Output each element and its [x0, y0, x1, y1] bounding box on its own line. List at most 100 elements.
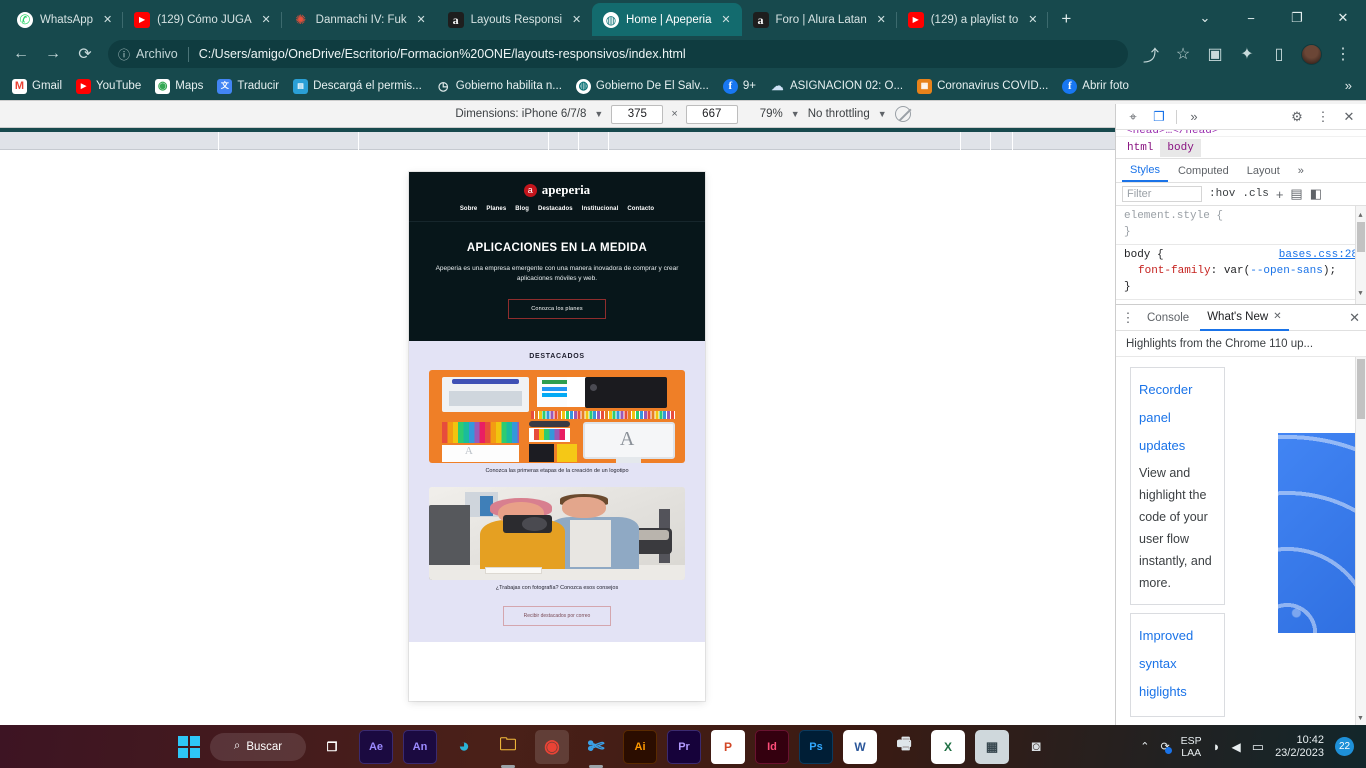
- minimize-button[interactable]: −: [1228, 2, 1274, 34]
- powerpoint-icon[interactable]: P: [711, 729, 745, 764]
- tab-close-icon[interactable]: ✕: [259, 12, 274, 27]
- after-effects-icon[interactable]: Ae: [359, 729, 393, 764]
- reload-button[interactable]: ⟳: [70, 39, 100, 69]
- tab-computed[interactable]: Computed: [1170, 159, 1237, 182]
- scrollbar-thumb[interactable]: [1357, 359, 1365, 419]
- tab-search-chevron-icon[interactable]: ⌄: [1182, 2, 1228, 34]
- premiere-pro-icon[interactable]: Pr: [667, 729, 701, 764]
- bookmark-gobierno-habilita[interactable]: ◷ Gobierno habilita n...: [430, 76, 568, 97]
- drawer-tab-close-icon[interactable]: ✕: [1273, 311, 1281, 322]
- bookmark-facebook-9plus[interactable]: f 9+: [717, 76, 762, 97]
- whats-new-content[interactable]: Recorder panel updates View and highligh…: [1116, 357, 1366, 725]
- tab-more-icon[interactable]: »: [1290, 159, 1312, 182]
- whats-new-card-title[interactable]: Recorder panel updates: [1139, 376, 1216, 460]
- new-style-rule-icon[interactable]: +: [1276, 187, 1284, 202]
- tray-overflow-chevron-icon[interactable]: ⌃: [1140, 740, 1149, 753]
- taskbar-search[interactable]: ⌕ Buscar: [210, 732, 306, 761]
- cast-icon[interactable]: ▣: [1200, 39, 1230, 69]
- style-rule-body-reset[interactable]: reset.css:26 body { line-height: 1; }: [1116, 300, 1366, 304]
- calculator-icon[interactable]: ▦: [975, 729, 1009, 764]
- notification-badge[interactable]: 22: [1335, 737, 1354, 756]
- camera-icon[interactable]: ◙: [1019, 730, 1053, 764]
- styles-filter-input[interactable]: Filter: [1122, 186, 1202, 203]
- nav-link-contacto[interactable]: Contacto: [627, 206, 654, 212]
- browser-tab-foro-alura[interactable]: a Foro | Alura Latan ✕: [742, 3, 897, 36]
- nav-link-sobre[interactable]: Sobre: [460, 206, 478, 212]
- rule-source-link[interactable]: reset.css:26: [1279, 302, 1358, 304]
- maximize-restore-button[interactable]: ❐: [1274, 2, 1320, 34]
- nav-link-destacados[interactable]: Destacados: [538, 206, 573, 212]
- forward-button[interactable]: →: [38, 39, 68, 69]
- sync-icon[interactable]: ⟳: [1160, 740, 1172, 754]
- bookmark-gmail[interactable]: M Gmail: [6, 76, 68, 97]
- zoom-level-label[interactable]: 79%: [760, 108, 783, 120]
- cls-toggle[interactable]: .cls: [1242, 188, 1268, 200]
- bookmark-coronavirus-covid[interactable]: ▦ Coronavirus COVID...: [911, 76, 1054, 97]
- avatar[interactable]: [1296, 39, 1326, 69]
- breadcrumb-item-body[interactable]: body: [1160, 138, 1201, 157]
- volume-icon[interactable]: ◀: [1232, 740, 1241, 754]
- device-dimensions-label[interactable]: Dimensions: iPhone 6/7/8: [455, 108, 586, 120]
- whats-new-card-syntax[interactable]: Improved syntax higlights: [1130, 613, 1225, 717]
- chrome-menu-icon[interactable]: ⋮: [1328, 39, 1358, 69]
- inspect-icon[interactable]: ⌖: [1124, 109, 1142, 125]
- browser-tab-whatsapp[interactable]: ✆ WhatsApp ✕: [6, 3, 124, 36]
- animate-icon[interactable]: An: [403, 729, 437, 764]
- rotate-icon[interactable]: [894, 106, 911, 122]
- bookmark-star-icon[interactable]: ☆: [1168, 39, 1198, 69]
- style-rule-element-style[interactable]: element.style { }: [1116, 206, 1366, 246]
- whats-new-card-title[interactable]: Improved syntax higlights: [1139, 622, 1216, 706]
- nav-link-institucional[interactable]: Institucional: [582, 206, 619, 212]
- microsoft-edge-icon[interactable]: ◕: [447, 730, 481, 764]
- task-view-icon[interactable]: ❒: [315, 730, 349, 764]
- back-button[interactable]: ←: [6, 39, 36, 69]
- bookmark-gobierno-el-salvador[interactable]: ◍ Gobierno De El Salv...: [570, 76, 715, 97]
- tab-close-icon[interactable]: ✕: [100, 12, 115, 27]
- word-icon[interactable]: W: [843, 729, 877, 764]
- drawer-tab-whats-new[interactable]: What's New ✕: [1200, 305, 1289, 331]
- excel-icon[interactable]: X: [931, 729, 965, 764]
- file-explorer-icon[interactable]: 🗀: [491, 730, 525, 764]
- browser-tab-youtube-playlist[interactable]: ▶ (129) a playlist to ✕: [897, 3, 1049, 36]
- emulated-mobile-viewport[interactable]: a apeperia Sobre Planes Blog Destacados …: [409, 172, 705, 701]
- bookmark-traducir[interactable]: 文 Traducir: [211, 76, 285, 97]
- styles-scrollbar[interactable]: ▲ ▼: [1355, 206, 1366, 304]
- tab-layout[interactable]: Layout: [1239, 159, 1288, 182]
- tab-close-icon[interactable]: ✕: [719, 12, 734, 27]
- toggle-sidebar-icon[interactable]: ◧: [1310, 186, 1322, 202]
- extensions-icon[interactable]: ✦: [1232, 39, 1262, 69]
- drawer-close-icon[interactable]: ✕: [1349, 310, 1360, 326]
- whats-new-card-recorder[interactable]: Recorder panel updates View and highligh…: [1130, 367, 1225, 605]
- chevron-down-icon[interactable]: ▼: [878, 109, 887, 119]
- google-chrome-icon[interactable]: ◉: [535, 729, 569, 764]
- rule-declaration[interactable]: font-family: var(--open-sans);: [1124, 263, 1358, 279]
- new-tab-button[interactable]: +: [1052, 5, 1080, 33]
- bookmark-maps[interactable]: ◉ Maps: [149, 76, 209, 97]
- tab-close-icon[interactable]: ✕: [414, 12, 429, 27]
- rule-source-link[interactable]: bases.css:28: [1279, 247, 1358, 263]
- page-info-icon[interactable]: ⓘ: [118, 46, 130, 63]
- bookmark-descarga-permiso[interactable]: ▤ Descargá el permis...: [287, 76, 428, 97]
- wifi-icon[interactable]: ◗: [1213, 739, 1221, 754]
- side-panel-icon[interactable]: ▯: [1264, 39, 1294, 69]
- hov-toggle[interactable]: :hov: [1209, 188, 1235, 200]
- tab-close-icon[interactable]: ✕: [874, 12, 889, 27]
- drawer-tab-console[interactable]: Console: [1140, 305, 1196, 331]
- scrollbar-thumb[interactable]: [1357, 222, 1365, 253]
- devtools-kebab-icon[interactable]: ⋮: [1314, 109, 1332, 125]
- device-toggle-icon[interactable]: ❐: [1150, 109, 1168, 125]
- nav-link-blog[interactable]: Blog: [515, 206, 529, 212]
- scroll-down-arrow-icon[interactable]: ▼: [1356, 286, 1365, 302]
- hero-cta-button[interactable]: Conozca los planes: [508, 299, 606, 320]
- featured-card-fotografia[interactable]: ¿Trabajas con fotografía? Conozca esos c…: [429, 486, 685, 593]
- throttling-label[interactable]: No throttling: [808, 108, 870, 120]
- browser-tab-youtube-como-jugar[interactable]: ▶ (129) Cómo JUGA ✕: [123, 3, 282, 36]
- nav-link-planes[interactable]: Planes: [486, 206, 506, 212]
- clock[interactable]: 10:42 23/2/2023: [1275, 734, 1324, 760]
- bookmark-youtube[interactable]: ▶ YouTube: [70, 76, 147, 97]
- featured-card-logotipo[interactable]: Conozca las primeras etapas de la creaci…: [429, 370, 685, 476]
- viewport-height-input[interactable]: 667: [685, 104, 738, 124]
- breadcrumb-item-html[interactable]: html: [1120, 139, 1160, 157]
- computed-styles-pin-icon[interactable]: ▤: [1290, 186, 1302, 202]
- windows-logo-icon[interactable]: [178, 735, 200, 758]
